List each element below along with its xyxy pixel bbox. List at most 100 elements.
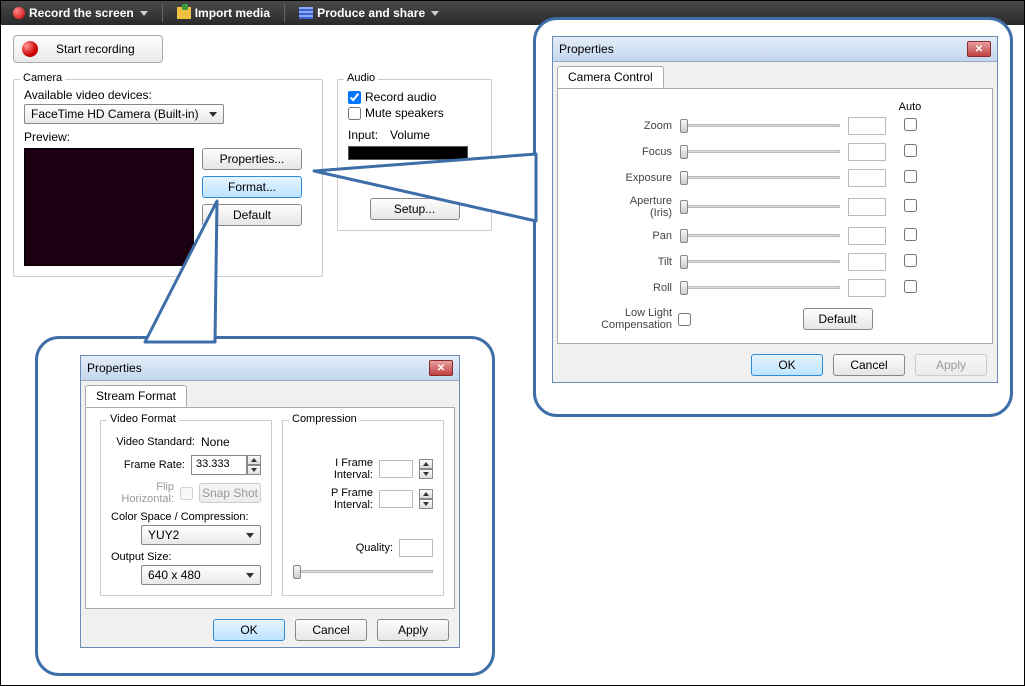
cc-value-input[interactable] — [848, 279, 886, 297]
camera-group-title: Camera — [20, 72, 65, 84]
colorspace-label: Color Space / Compression: — [111, 511, 261, 523]
cc-value-input[interactable] — [848, 143, 886, 161]
snapshot-button: Snap Shot — [199, 483, 261, 503]
close-button[interactable]: ✕ — [967, 41, 991, 57]
cancel-button[interactable]: Cancel — [833, 354, 905, 376]
low-light-label: Low Light Compensation — [572, 307, 672, 331]
close-button[interactable]: ✕ — [429, 360, 453, 376]
chevron-down-icon — [140, 11, 148, 16]
audio-group: Audio Record audio Mute speakers Input: … — [337, 79, 492, 231]
record-screen-menu[interactable]: Record the screen — [5, 4, 156, 22]
iframe-down[interactable] — [419, 469, 433, 479]
cancel-button[interactable]: Cancel — [295, 619, 367, 641]
cc-value-input[interactable] — [848, 227, 886, 245]
cc-auto-checkbox[interactable] — [904, 228, 917, 241]
cc-slider[interactable] — [680, 280, 840, 296]
cc-row-label: Tilt — [572, 256, 672, 268]
cc-value-input[interactable] — [848, 117, 886, 135]
frame-rate-up[interactable] — [247, 455, 261, 465]
flip-horizontal-checkbox — [180, 487, 193, 500]
record-dot-icon — [22, 41, 38, 57]
apply-button[interactable]: Apply — [377, 619, 449, 641]
record-audio-label: Record audio — [365, 90, 436, 104]
apply-button[interactable]: Apply — [915, 354, 987, 376]
produce-icon — [299, 7, 313, 19]
stream-format-tab[interactable]: Stream Format — [85, 385, 187, 407]
cc-slider[interactable] — [680, 254, 840, 270]
cc-slider[interactable] — [680, 228, 840, 244]
audio-setup-button[interactable]: Setup... — [370, 198, 460, 220]
compression-fieldset: Compression I Frame Interval: P Frame In… — [282, 420, 444, 596]
chevron-down-icon — [246, 533, 254, 538]
cc-row-label: Zoom — [572, 120, 672, 132]
video-standard-label: Video Standard: — [111, 436, 195, 448]
iframe-input[interactable] — [379, 460, 413, 478]
volume-meter — [348, 146, 468, 160]
compression-legend: Compression — [289, 413, 360, 425]
dialog-title: Properties — [87, 361, 142, 375]
input-label: Input: — [348, 128, 378, 142]
produce-share-menu[interactable]: Produce and share — [291, 4, 447, 22]
pframe-label: P Frame Interval: — [293, 487, 373, 511]
pframe-up[interactable] — [419, 489, 433, 499]
cc-slider[interactable] — [680, 199, 840, 215]
cc-auto-checkbox[interactable] — [904, 170, 917, 183]
cc-auto-checkbox[interactable] — [904, 118, 917, 131]
camera-default-button[interactable]: Default — [803, 308, 873, 330]
low-light-checkbox[interactable] — [678, 313, 691, 326]
dialog-title: Properties — [559, 42, 614, 56]
output-size-dropdown[interactable]: 640 x 480 — [141, 565, 261, 585]
properties-button[interactable]: Properties... — [202, 148, 302, 170]
output-size-label: Output Size: — [111, 551, 261, 563]
import-media-label: Import media — [195, 6, 270, 20]
audio-group-title: Audio — [344, 72, 378, 84]
format-button[interactable]: Format... — [202, 176, 302, 198]
stream-format-callout: Properties ✕ Stream Format Video Format … — [35, 336, 495, 676]
volume-label: Volume — [390, 128, 430, 142]
cc-auto-checkbox[interactable] — [904, 144, 917, 157]
record-screen-label: Record the screen — [29, 6, 134, 20]
chevron-down-icon — [431, 11, 439, 16]
ok-button[interactable]: OK — [751, 354, 823, 376]
camera-preview — [24, 148, 194, 266]
produce-share-label: Produce and share — [317, 6, 425, 20]
default-button[interactable]: Default — [202, 204, 302, 226]
folder-import-icon — [177, 7, 191, 19]
cc-auto-checkbox[interactable] — [904, 199, 917, 212]
camera-group: Camera Available video devices: FaceTime… — [13, 79, 323, 277]
pframe-input[interactable] — [379, 490, 413, 508]
cc-slider[interactable] — [680, 144, 840, 160]
record-audio-checkbox[interactable] — [348, 91, 361, 104]
camera-control-tab[interactable]: Camera Control — [557, 66, 664, 88]
ok-button[interactable]: OK — [213, 619, 285, 641]
cc-slider[interactable] — [680, 118, 840, 134]
cc-value-input[interactable] — [848, 198, 886, 216]
cc-auto-checkbox[interactable] — [904, 254, 917, 267]
output-size-value: 640 x 480 — [148, 568, 201, 582]
frame-rate-down[interactable] — [247, 465, 261, 475]
import-media-button[interactable]: Import media — [169, 4, 278, 22]
quality-input[interactable] — [399, 539, 433, 557]
cc-row-label: Roll — [572, 282, 672, 294]
cc-row-label: Aperture (Iris) — [572, 195, 672, 219]
video-format-legend: Video Format — [107, 413, 179, 425]
quality-slider[interactable] — [293, 563, 433, 581]
pframe-down[interactable] — [419, 499, 433, 509]
cc-row-label: Focus — [572, 146, 672, 158]
cc-slider[interactable] — [680, 170, 840, 186]
cc-row-label: Pan — [572, 230, 672, 242]
camera-control-panel: Auto ZoomFocusExposureAperture (Iris)Pan… — [557, 88, 993, 344]
cc-value-input[interactable] — [848, 253, 886, 271]
quality-label: Quality: — [293, 542, 393, 554]
video-device-dropdown[interactable]: FaceTime HD Camera (Built-in) — [24, 104, 224, 124]
frame-rate-input[interactable]: 33.333 — [191, 455, 261, 475]
start-recording-button[interactable]: Start recording — [13, 35, 163, 63]
colorspace-dropdown[interactable]: YUY2 — [141, 525, 261, 545]
mute-speakers-checkbox[interactable] — [348, 107, 361, 120]
iframe-up[interactable] — [419, 459, 433, 469]
available-devices-label: Available video devices: — [24, 88, 312, 102]
cc-auto-checkbox[interactable] — [904, 280, 917, 293]
cc-value-input[interactable] — [848, 169, 886, 187]
frame-rate-label: Frame Rate: — [111, 459, 185, 471]
volume-slider[interactable] — [348, 166, 468, 182]
